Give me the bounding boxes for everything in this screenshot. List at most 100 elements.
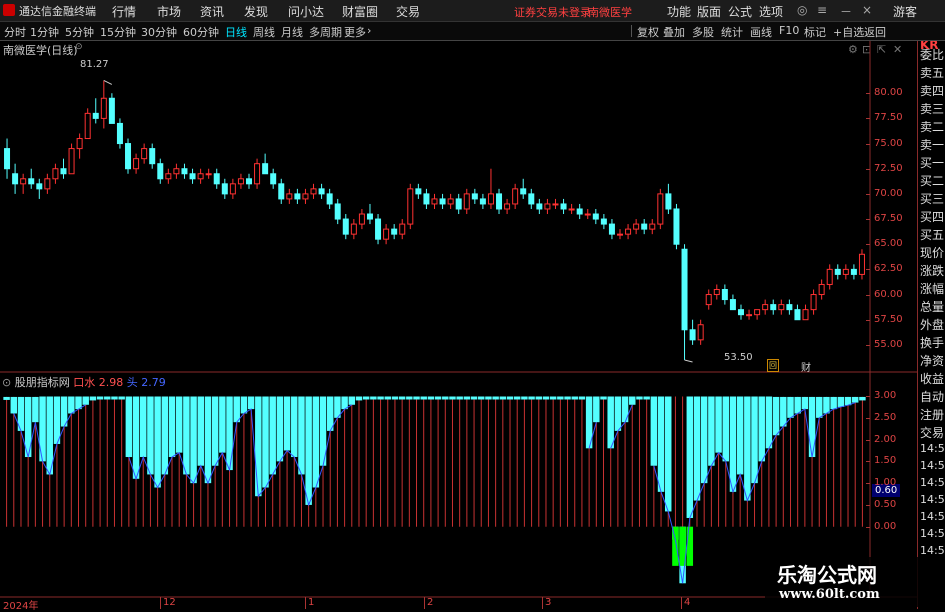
indicator-bar bbox=[772, 396, 780, 436]
indicator-bar bbox=[240, 396, 248, 414]
candle-body bbox=[431, 198, 438, 205]
indicator-bar bbox=[636, 396, 643, 400]
candle-body bbox=[60, 168, 67, 175]
panel-item-trade[interactable]: 交易 bbox=[920, 424, 944, 441]
low-price-label: 53.50 bbox=[724, 352, 753, 363]
y-axis-tick bbox=[866, 504, 870, 506]
indicator-bar bbox=[269, 396, 276, 475]
indicator-bar bbox=[629, 396, 636, 405]
date-label: 1 bbox=[308, 597, 315, 608]
candle-body bbox=[536, 203, 543, 210]
candle-body bbox=[141, 148, 148, 160]
indicator-bar bbox=[211, 396, 219, 466]
indicator-toggle-icon[interactable]: ⊙ bbox=[2, 376, 11, 389]
indicator-bar bbox=[449, 396, 456, 400]
indicator-bar bbox=[96, 396, 104, 400]
date-tick bbox=[160, 597, 161, 609]
indicator-bar bbox=[427, 396, 435, 400]
indicator-bar bbox=[506, 396, 514, 400]
indicator-bar bbox=[53, 396, 61, 444]
date-label: 4 bbox=[684, 597, 691, 608]
candle-body bbox=[245, 178, 252, 185]
y-axis-tick bbox=[866, 483, 870, 485]
candle-body bbox=[116, 122, 123, 145]
candle-body bbox=[76, 138, 83, 150]
indicator-bar bbox=[183, 396, 190, 475]
indicator-bar bbox=[312, 396, 320, 488]
candle-body bbox=[294, 193, 301, 200]
candle-body bbox=[133, 158, 140, 170]
panel-time: 14:56 bbox=[920, 476, 945, 489]
candle-body bbox=[28, 178, 35, 185]
chart-canvas[interactable] bbox=[0, 0, 945, 609]
indicator-bar bbox=[68, 396, 75, 414]
panel-time: 14:56 bbox=[920, 544, 945, 557]
candle-body bbox=[665, 193, 672, 210]
finance-marker[interactable]: 财 bbox=[801, 359, 811, 374]
candle-body bbox=[4, 148, 11, 170]
candle-body bbox=[52, 168, 59, 180]
candle-body bbox=[455, 198, 462, 210]
indicator-name: 股朋指标网 bbox=[14, 376, 70, 389]
indicator-bar bbox=[175, 396, 183, 453]
candle-body bbox=[754, 309, 761, 316]
y-axis-tick-label: 72.50 bbox=[874, 162, 903, 174]
indicator-bar bbox=[787, 396, 794, 418]
panel-time: 14:55 bbox=[920, 442, 945, 455]
indicator-bar bbox=[794, 396, 801, 414]
indicator-bar bbox=[420, 396, 427, 400]
panel-item-register[interactable]: 注册 bbox=[920, 406, 944, 423]
indicator-bar bbox=[104, 396, 111, 400]
y-axis-tick bbox=[866, 439, 870, 441]
candle-body bbox=[697, 324, 704, 341]
indicator-bar bbox=[700, 396, 708, 484]
candle-body bbox=[189, 173, 196, 180]
candle-body bbox=[713, 289, 720, 296]
indicator-bar bbox=[528, 396, 535, 400]
y-axis-tick-label: 2.00 bbox=[874, 433, 897, 445]
candle-body bbox=[625, 228, 632, 235]
indicator-bar bbox=[535, 396, 543, 400]
indicator-bar bbox=[255, 396, 262, 497]
candle-body bbox=[520, 188, 527, 195]
indicator-bar bbox=[549, 396, 557, 400]
indicator-bar bbox=[233, 396, 240, 423]
indicator-bar bbox=[614, 396, 622, 431]
candle-body bbox=[20, 178, 27, 185]
indicator-bar bbox=[111, 396, 118, 400]
candle-body bbox=[504, 203, 511, 210]
candle-body bbox=[681, 248, 688, 331]
y-axis-tick-label: 0.00 bbox=[874, 520, 897, 532]
candle-body bbox=[649, 223, 656, 230]
y-axis-tick-label: 1.50 bbox=[874, 455, 897, 467]
indicator-bar bbox=[147, 396, 154, 475]
candle-body bbox=[108, 97, 115, 124]
candle-body bbox=[544, 203, 551, 210]
candle-body bbox=[528, 193, 535, 205]
indicator-bar bbox=[708, 396, 715, 466]
candle-body bbox=[560, 203, 567, 210]
indicator-label2: 头 bbox=[126, 376, 138, 389]
indicator-bar bbox=[600, 396, 607, 400]
candle-body bbox=[36, 183, 43, 190]
y-axis-tick-label: 0.50 bbox=[874, 498, 897, 510]
event-marker-box[interactable]: 回 bbox=[767, 359, 779, 372]
indicator-bar bbox=[377, 396, 384, 400]
indicator-bar bbox=[837, 396, 845, 407]
candle-body bbox=[633, 223, 640, 230]
indicator-bar bbox=[823, 396, 830, 414]
y-axis-tick-label: 75.00 bbox=[874, 137, 903, 149]
candle-body bbox=[100, 97, 107, 119]
panel-item-auto[interactable]: 自动 bbox=[920, 388, 944, 405]
indicator-bar bbox=[751, 396, 758, 484]
date-tick bbox=[305, 597, 306, 609]
candle-body bbox=[44, 178, 51, 190]
indicator-bar bbox=[499, 396, 507, 400]
candle-body bbox=[447, 198, 454, 205]
indicator-bar bbox=[578, 396, 586, 400]
candle-body bbox=[746, 314, 753, 317]
indicator-bar bbox=[564, 396, 571, 400]
panel-item-bid5: 买五 bbox=[920, 228, 945, 242]
indicator-bar bbox=[816, 396, 823, 418]
candle-body bbox=[786, 304, 793, 311]
